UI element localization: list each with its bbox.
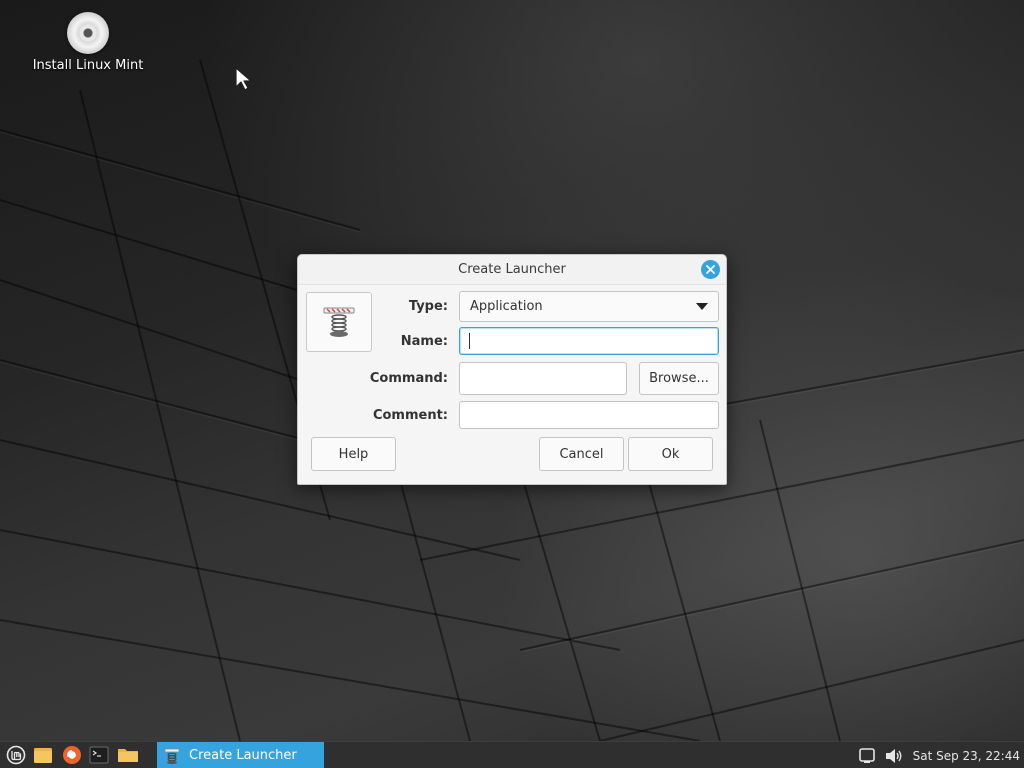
name-label: Name: (400, 334, 448, 349)
menu-icon (6, 745, 26, 765)
create-launcher-dialog: Create Launcher Type: Application Name: … (297, 254, 727, 485)
terminal-launcher[interactable] (88, 744, 110, 766)
type-dropdown[interactable]: Application (459, 291, 719, 322)
mouse-cursor-icon (235, 67, 252, 91)
files-launcher[interactable] (32, 744, 54, 766)
launcher-spring-icon (164, 748, 180, 764)
volume-icon (885, 748, 902, 763)
disc-icon (67, 12, 109, 54)
network-icon (858, 747, 875, 763)
system-tray: Sat Sep 23, 22:44 (851, 742, 1024, 768)
taskbar: Create Launcher Sat Sep 23, 22:44 (0, 741, 1024, 768)
taskbar-window-title: Create Launcher (189, 748, 297, 763)
close-button[interactable] (701, 260, 720, 279)
dialog-title: Create Launcher (458, 262, 566, 277)
close-icon (706, 265, 715, 274)
volume-button[interactable] (883, 745, 905, 767)
browse-button[interactable]: Browse... (639, 362, 719, 395)
taskbar-window-create-launcher[interactable]: Create Launcher (157, 742, 324, 768)
folder-icon (118, 749, 138, 762)
cancel-button[interactable]: Cancel (539, 437, 624, 471)
network-button[interactable] (856, 745, 878, 767)
text-caret (469, 333, 470, 349)
desktop-icon-label: Install Linux Mint (32, 58, 144, 73)
type-dropdown-value: Application (470, 299, 543, 314)
help-button[interactable]: Help (311, 437, 396, 471)
clock[interactable]: Sat Sep 23, 22:44 (913, 749, 1020, 763)
firefox-icon (63, 746, 81, 764)
terminal-icon (89, 746, 109, 764)
chevron-down-icon (696, 302, 708, 310)
menu-button[interactable] (5, 744, 27, 766)
desktop-icon-install-linux-mint[interactable]: Install Linux Mint (28, 12, 148, 73)
command-field[interactable] (459, 362, 627, 395)
name-field[interactable] (459, 327, 719, 355)
command-label: Command: (369, 371, 448, 386)
ok-button[interactable]: Ok (628, 437, 713, 471)
firefox-launcher[interactable] (61, 744, 83, 766)
dialog-titlebar[interactable]: Create Launcher (298, 255, 726, 285)
comment-label: Comment: (372, 408, 448, 423)
comment-field[interactable] (459, 401, 719, 429)
folder-launcher[interactable] (117, 744, 139, 766)
type-label: Type: (408, 299, 448, 314)
files-icon (34, 748, 52, 763)
